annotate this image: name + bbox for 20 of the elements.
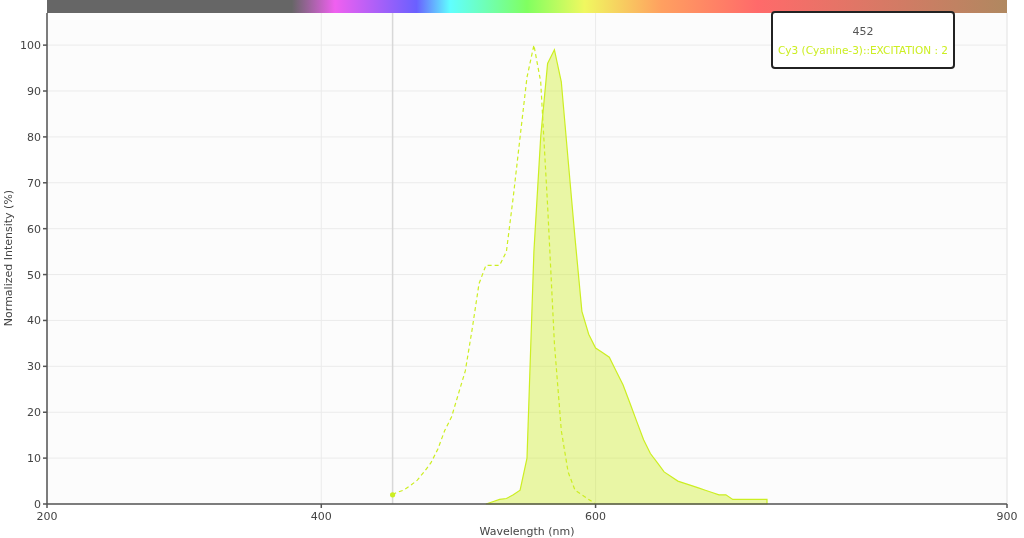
- y-axis-title: Normalized Intensity (%): [1, 189, 15, 327]
- tooltip-value: Cy3 (Cyanine-3)::EXCITATION : 2: [778, 43, 948, 56]
- y-tick-label: 60: [27, 222, 41, 236]
- x-tick-label: 600: [585, 510, 607, 523]
- x-axis-title: Wavelength (nm): [479, 525, 575, 538]
- tooltip-wavelength: 452: [852, 24, 874, 38]
- y-tick-label: 10: [27, 452, 41, 466]
- y-tick-label: 20: [27, 406, 41, 420]
- y-tick-label: 80: [27, 130, 41, 144]
- x-tick-label: 200: [36, 510, 58, 523]
- hover-marker: [390, 492, 396, 498]
- x-tick-label: 400: [310, 510, 332, 523]
- y-tick-label: 40: [27, 314, 41, 328]
- y-tick-label: 0: [34, 498, 41, 511]
- y-tick-label: 70: [27, 176, 41, 190]
- y-tick-label: 90: [27, 85, 41, 98]
- y-tick-label: 100: [20, 39, 41, 53]
- y-tick-label: 30: [27, 360, 41, 374]
- x-tick-label: 900: [996, 510, 1018, 523]
- y-tick-label: 50: [27, 268, 41, 282]
